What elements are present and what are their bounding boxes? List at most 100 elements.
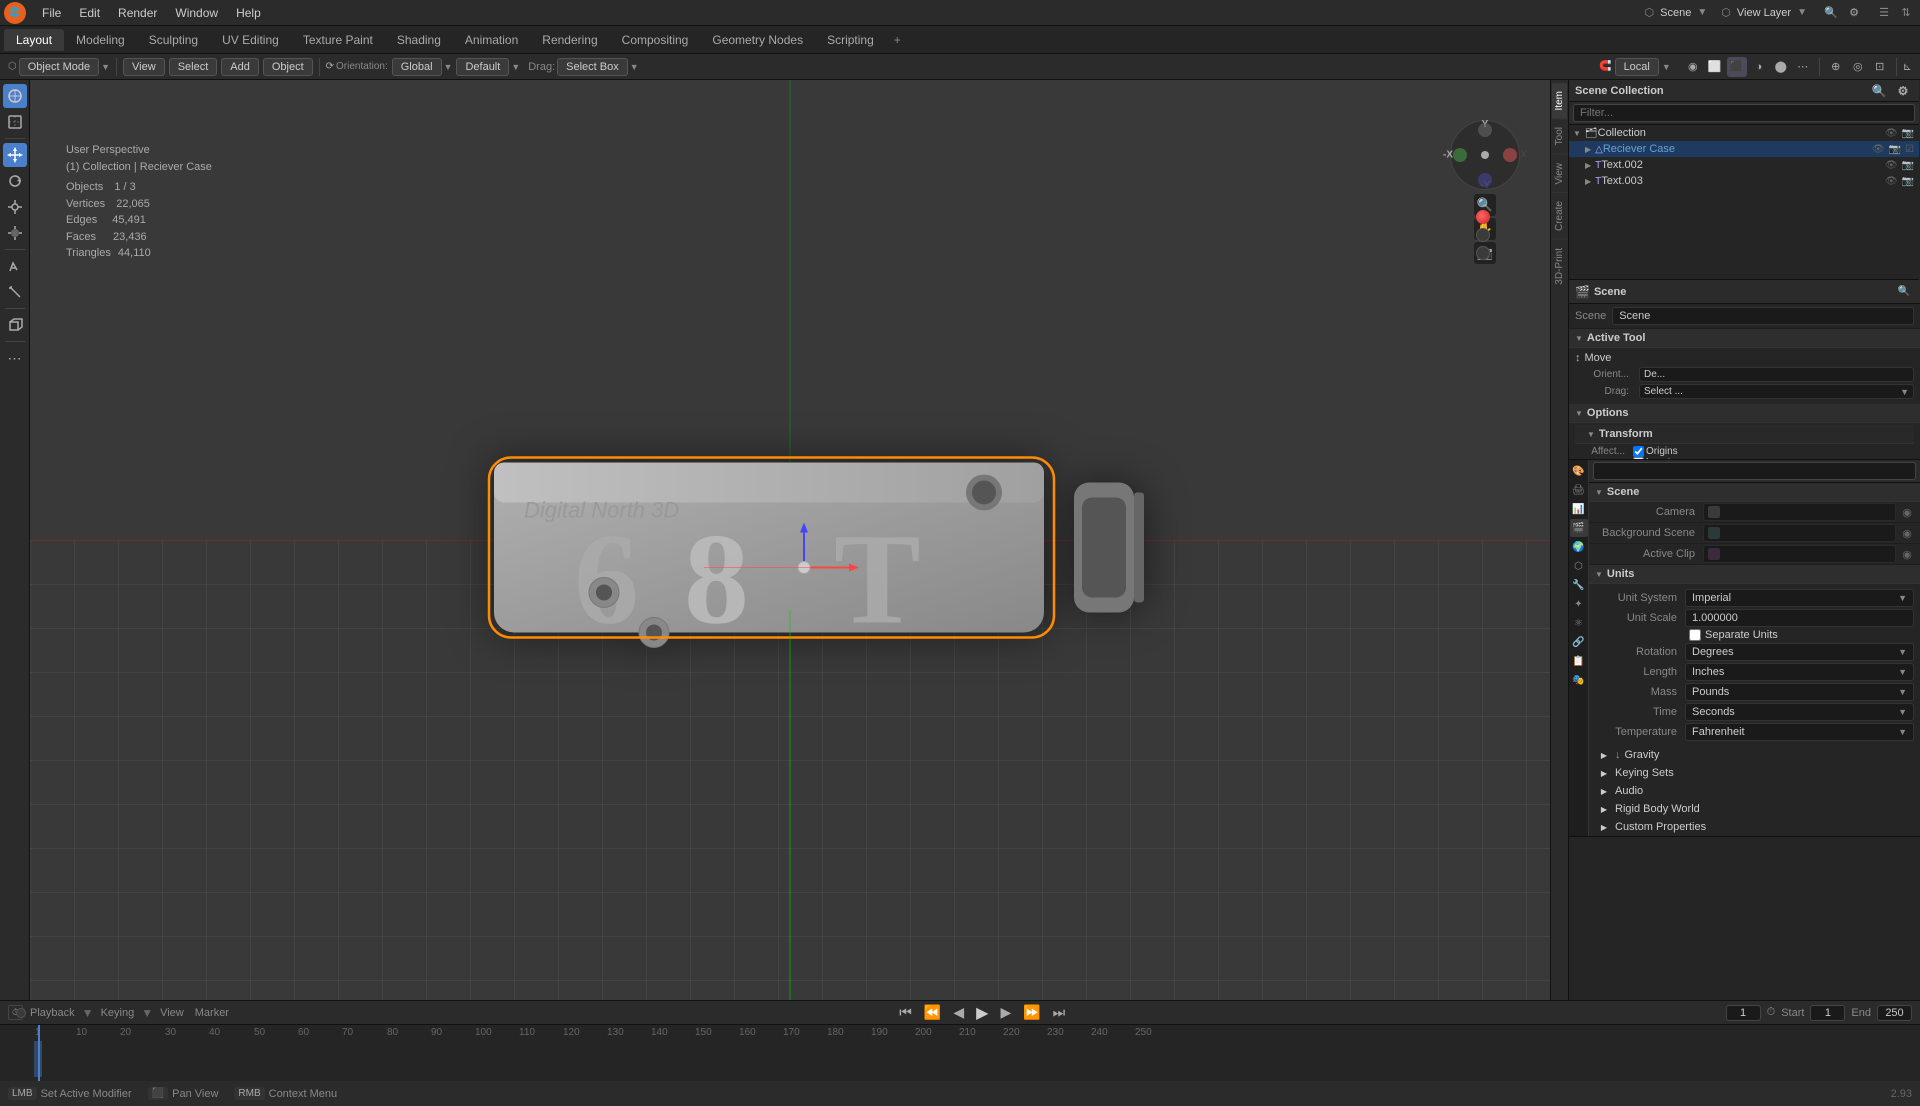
tab-rendering[interactable]: Rendering xyxy=(530,29,609,51)
options-header[interactable]: Options xyxy=(1569,404,1920,423)
outliner-text003[interactable]: T Text.003 👁 📷 xyxy=(1569,173,1919,189)
scene-props-icon[interactable]: 🎬 xyxy=(1570,519,1588,537)
play-btn[interactable]: ▶ xyxy=(973,1003,991,1023)
menu-help[interactable]: Help xyxy=(228,4,269,22)
tab-layout[interactable]: Layout xyxy=(4,29,64,51)
constraints-props-icon[interactable]: 🔗 xyxy=(1570,633,1588,651)
measure-tool-btn[interactable] xyxy=(3,280,27,304)
drag-dropdown[interactable]: Select ... ▼ xyxy=(1639,384,1914,399)
gizmo-icon[interactable]: ⊕ xyxy=(1826,57,1846,77)
nav-dot-x[interactable] xyxy=(1503,148,1517,162)
tab-animation[interactable]: Animation xyxy=(453,29,530,51)
view-layer-props-icon[interactable]: 📊 xyxy=(1570,500,1588,518)
separate-units-checkbox[interactable] xyxy=(1689,629,1701,641)
item-select-icon[interactable]: ☑ xyxy=(1904,144,1915,155)
camera-value[interactable] xyxy=(1703,503,1896,521)
tab-texture-paint[interactable]: Texture Paint xyxy=(291,29,385,51)
scene-section-header[interactable]: Scene xyxy=(1589,483,1920,502)
sort-icon[interactable]: ⇅ xyxy=(1896,3,1916,23)
shading-wire-icon[interactable]: ⬜ xyxy=(1705,57,1725,77)
text003-eye-icon[interactable]: 👁 xyxy=(1884,176,1899,187)
scene-name-value[interactable]: Scene xyxy=(1612,307,1914,325)
nav-dot-z[interactable] xyxy=(1478,173,1492,187)
outliner-search-icon[interactable]: 🔍 xyxy=(1869,81,1889,101)
rotation-value[interactable]: Degrees ▼ xyxy=(1685,643,1914,661)
select-menu-btn[interactable]: Select xyxy=(169,58,218,76)
origins-checkbox[interactable] xyxy=(1633,446,1644,457)
menu-file[interactable]: File xyxy=(34,4,69,22)
nav-dot-y[interactable] xyxy=(1453,148,1467,162)
view-tl-btn[interactable]: View xyxy=(156,1005,188,1021)
active-clip-value[interactable] xyxy=(1703,545,1896,563)
prev-keyframe-btn[interactable]: ⏪ xyxy=(921,1004,944,1021)
keying-btn[interactable]: Keying xyxy=(97,1005,139,1021)
shading-render-icon[interactable]: ⬤ xyxy=(1771,57,1791,77)
jump-end-btn[interactable]: ⏭ xyxy=(1050,1004,1069,1021)
tab-uv-editing[interactable]: UV Editing xyxy=(210,29,291,51)
annotate-tool-btn[interactable] xyxy=(3,254,27,278)
transform-tool-btn[interactable] xyxy=(3,221,27,245)
custom-props-item[interactable]: Custom Properties xyxy=(1589,818,1920,836)
select-box-btn[interactable]: Select Box xyxy=(557,58,628,76)
active-tool-header[interactable]: Active Tool xyxy=(1569,329,1920,348)
render-icon[interactable]: 📷 xyxy=(1901,128,1915,139)
next-keyframe-btn[interactable]: ⏩ xyxy=(1020,1004,1043,1021)
item-camera-icon[interactable]: 📷 xyxy=(1888,144,1902,155)
scale-tool-btn[interactable] xyxy=(3,195,27,219)
camera-link-icon[interactable]: ◉ xyxy=(1898,503,1916,521)
xray-icon[interactable]: ◉ xyxy=(1683,57,1703,77)
orient-dropdown[interactable]: De... xyxy=(1639,367,1914,382)
rigid-body-item[interactable]: Rigid Body World xyxy=(1589,800,1920,818)
select-tool-btn[interactable] xyxy=(3,110,27,134)
props-search-icon[interactable]: 🔍 xyxy=(1894,282,1914,302)
object-mode-btn[interactable]: Object Mode xyxy=(19,58,99,76)
tab-modeling[interactable]: Modeling xyxy=(64,29,137,51)
playback-btn[interactable]: Playback xyxy=(26,1005,79,1021)
transform-header[interactable]: Transform xyxy=(1575,425,1914,444)
outliner-search-input[interactable] xyxy=(1573,104,1915,122)
tab-shading[interactable]: Shading xyxy=(385,29,453,51)
jump-start-btn[interactable]: ⏮ xyxy=(896,1004,915,1021)
pivot-btn[interactable]: Default xyxy=(456,58,509,76)
background-scene-value[interactable] xyxy=(1703,524,1896,542)
extras-btn[interactable]: ⋯ xyxy=(3,346,27,370)
tab-create[interactable]: Create xyxy=(1552,192,1567,239)
tab-compositing[interactable]: Compositing xyxy=(610,29,701,51)
tab-view[interactable]: View xyxy=(1552,154,1567,193)
object-menu-btn[interactable]: Object xyxy=(263,58,313,76)
text003-camera-icon[interactable]: 📷 xyxy=(1901,176,1915,187)
world-props-icon[interactable]: 🌍 xyxy=(1570,538,1588,556)
outliner-reciever-case[interactable]: △ Reciever Case 👁 📷 ☑ xyxy=(1569,141,1919,157)
tab-sculpting[interactable]: Sculpting xyxy=(137,29,210,51)
particles-props-icon[interactable]: ✦ xyxy=(1570,595,1588,613)
clip-link-icon[interactable]: ◉ xyxy=(1898,545,1916,563)
shading-solid-icon[interactable]: ⬛ xyxy=(1727,57,1747,77)
view-layer-dropdown[interactable]: View Layer xyxy=(1737,7,1791,19)
overlays-icon[interactable]: ◎ xyxy=(1848,57,1868,77)
view-menu-btn[interactable]: View xyxy=(123,58,165,76)
units-section-header[interactable]: Units xyxy=(1589,565,1920,584)
tab-geometry-nodes[interactable]: Geometry Nodes xyxy=(700,29,815,51)
start-frame-input[interactable]: 1 xyxy=(1810,1005,1845,1021)
3d-model[interactable]: Digital North 3D 6 8 T xyxy=(454,382,1154,685)
outliner-text002[interactable]: T Text.002 👁 📷 xyxy=(1569,157,1919,173)
audio-item[interactable]: Audio xyxy=(1589,782,1920,800)
mass-value[interactable]: Pounds ▼ xyxy=(1685,683,1914,701)
outliner-scene-collection[interactable]: 🗂 Collection 👁 📷 xyxy=(1569,125,1919,141)
tab-tool[interactable]: Tool xyxy=(1552,118,1567,153)
text002-camera-icon[interactable]: 📷 xyxy=(1901,160,1915,171)
scene-props-search[interactable] xyxy=(1593,462,1916,480)
shading-material-icon[interactable]: ◑ xyxy=(1749,57,1769,77)
tab-item[interactable]: Item xyxy=(1552,82,1567,118)
search-icon[interactable]: 🔍 xyxy=(1821,3,1841,23)
step-forward-btn[interactable]: ▶ xyxy=(997,1004,1014,1021)
unit-scale-value[interactable]: 1.000000 xyxy=(1685,609,1914,627)
timeline-track[interactable]: 1 10 20 30 40 50 60 70 80 90 100 110 120… xyxy=(0,1025,1920,1081)
menu-render[interactable]: Render xyxy=(110,4,165,22)
unit-system-value[interactable]: Imperial ▼ xyxy=(1685,589,1914,607)
filter-icon[interactable]: ☰ xyxy=(1874,3,1894,23)
text002-eye-icon[interactable]: 👁 xyxy=(1884,160,1899,171)
menu-edit[interactable]: Edit xyxy=(71,4,108,22)
options-icon[interactable]: ⚙ xyxy=(1844,3,1864,23)
tab-3dprint[interactable]: 3D-Print xyxy=(1552,239,1567,293)
